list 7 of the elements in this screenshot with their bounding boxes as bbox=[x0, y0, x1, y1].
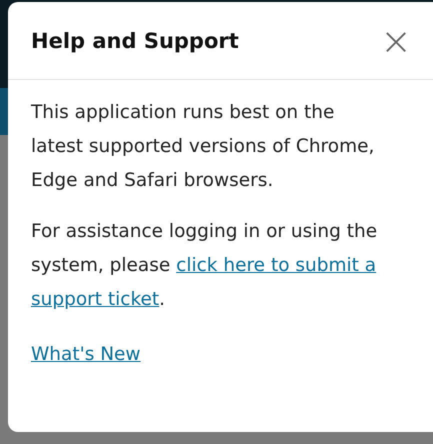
paragraph: For assistance logging in or using the system, please click here to submit a support ticket. bbox=[31, 220, 378, 312]
dialog-title: Help and Support bbox=[31, 28, 240, 52]
paragraph: This application runs best on the latest supported versions of Chrome, Edge and Safari browsers. bbox=[31, 101, 376, 193]
whats-new-link[interactable]: What's New bbox=[31, 338, 141, 372]
support-ticket-link[interactable]: click here to submit a bbox=[176, 255, 376, 276]
support-ticket-link[interactable]: support ticket bbox=[31, 289, 160, 310]
close-button[interactable]: × bbox=[380, 22, 412, 60]
